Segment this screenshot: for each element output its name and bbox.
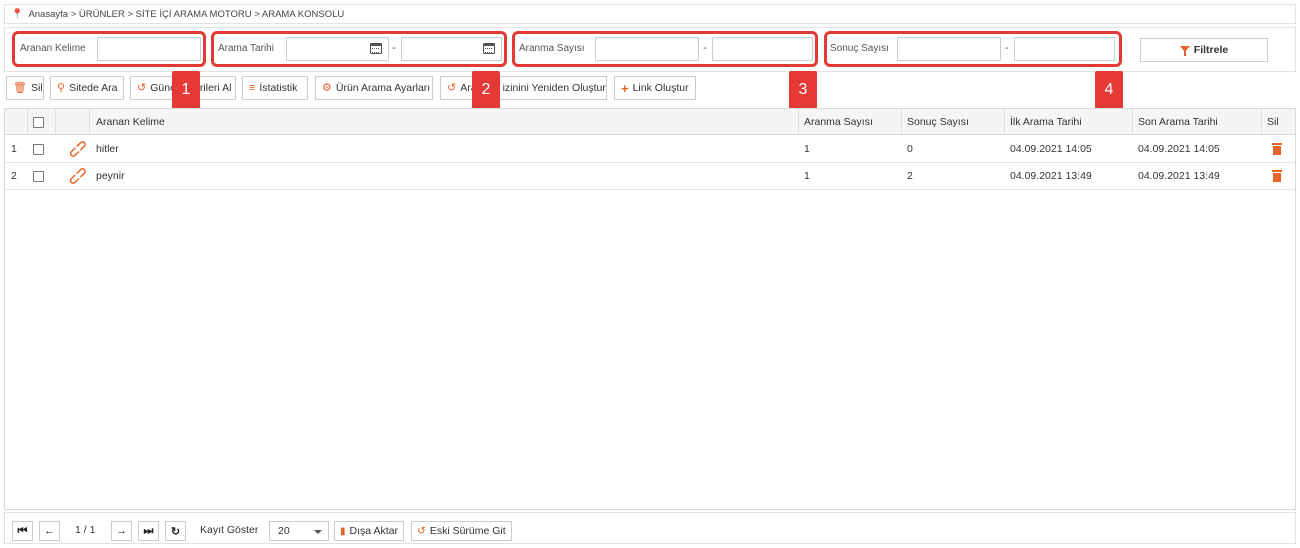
grid-header: Aranan Kelime Aranma Sayısı Sonuç Sayısı… [5, 109, 1295, 135]
col-search-count[interactable]: Aranma Sayısı [804, 109, 873, 135]
last-page-icon[interactable]: ⏭ [138, 521, 159, 541]
calendar-icon[interactable] [370, 43, 382, 54]
chevron-down-icon [314, 530, 322, 534]
trash-icon[interactable] [1272, 163, 1282, 189]
keyword-cell: hitler [96, 143, 119, 155]
date-separator: - [392, 42, 396, 54]
date-from-input[interactable] [286, 37, 389, 61]
result-count-separator: - [1005, 42, 1009, 54]
first-date-cell: 04.09.2021 14:05 [1010, 143, 1092, 155]
next-page-icon[interactable]: → [111, 521, 132, 541]
search-count-to-input[interactable] [712, 37, 813, 61]
result-count-from-input[interactable] [897, 37, 1001, 61]
undo-icon: ↺ [417, 525, 426, 537]
row-checkbox[interactable] [33, 136, 44, 162]
col-delete: Sil [1267, 116, 1279, 128]
statistics-button[interactable]: ≡ İstatistik [242, 76, 308, 100]
badge-1: 1 [172, 71, 200, 109]
refresh-icon: ↺ [137, 81, 147, 94]
col-first-search-date[interactable]: İlk Arama Tarihi [1010, 109, 1082, 135]
col-last-search-date[interactable]: Son Arama Tarihi [1138, 109, 1218, 135]
col-result-count[interactable]: Sonuç Sayısı [907, 109, 969, 135]
keyword-input[interactable] [97, 37, 201, 61]
date-to-input[interactable] [401, 37, 502, 61]
delete-button[interactable]: 🗑 Sil [6, 76, 44, 100]
trash-icon: 🗑 [13, 81, 27, 94]
rebuild-index-button[interactable]: ↺ Ara izinini Yeniden Oluştur [440, 76, 607, 100]
search-count-separator: - [703, 42, 707, 54]
breadcrumb: 📍 Anasayfa > ÜRÜNLER > SİTE İÇİ ARAMA MO… [4, 4, 1296, 24]
table-row[interactable]: 2 ⊂⊃ peynir 1 2 04.09.2021 13:49 04.09.2… [5, 163, 1295, 190]
search-count-from-input[interactable] [595, 37, 699, 61]
keyword-cell: peynir [96, 170, 125, 182]
product-search-settings-button[interactable]: ⚙ Ürün Arama Ayarları [315, 76, 433, 100]
funnel-icon [1179, 46, 1190, 56]
link-icon[interactable]: ⊂⊃ [65, 163, 91, 189]
pager: ⏮ ← 1 / 1 → ⏭ ↻ Kayıt Göster 20 ▮ Dışa Ak… [4, 512, 1296, 544]
refresh-icon[interactable]: ↻ [165, 521, 186, 541]
result-count-cell: 0 [907, 143, 913, 155]
search-count-label: Aranma Sayısı [519, 43, 585, 54]
search-console-grid: Aranan Kelime Aranma Sayısı Sonuç Sayısı… [4, 108, 1296, 510]
filter-button[interactable]: Filtrele [1140, 38, 1268, 62]
old-version-button[interactable]: ↺ Eski Sürüme Git [411, 521, 512, 541]
date-label: Arama Tarihi [218, 43, 274, 54]
search-site-button[interactable]: ⚲ Sitede Ara [50, 76, 124, 100]
row-checkbox[interactable] [33, 163, 44, 189]
file-icon: ▮ [340, 525, 346, 537]
link-icon[interactable]: ⊂⊃ [65, 136, 91, 162]
badge-3: 3 [789, 71, 817, 109]
search-icon: ⚲ [57, 81, 66, 94]
row-number: 2 [11, 170, 17, 182]
page-info: 1 / 1 [75, 524, 96, 536]
result-count-to-input[interactable] [1014, 37, 1115, 61]
badge-2: 2 [472, 71, 500, 109]
export-button[interactable]: ▮ Dışa Aktar [334, 521, 404, 541]
col-keyword[interactable]: Aranan Kelime [96, 109, 165, 135]
create-link-button[interactable]: + Link Oluştur [614, 76, 696, 100]
table-row[interactable]: 1 ⊂⊃ hitler 1 0 04.09.2021 14:05 04.09.2… [5, 136, 1295, 163]
refresh-icon: ↺ [447, 81, 457, 94]
select-all-checkbox[interactable] [33, 109, 44, 135]
row-number: 1 [11, 143, 17, 155]
plus-icon: + [621, 80, 629, 96]
search-count-cell: 1 [804, 170, 810, 182]
keyword-label: Aranan Kelime [20, 43, 86, 54]
gear-icon: ⚙ [322, 81, 332, 94]
trash-icon[interactable] [1272, 136, 1282, 162]
location-pin-icon: 📍 [11, 8, 24, 20]
breadcrumb-text[interactable]: Anasayfa > ÜRÜNLER > SİTE İÇİ ARAMA MOTO… [28, 9, 344, 20]
show-records-label: Kayıt Göster [200, 524, 259, 536]
first-date-cell: 04.09.2021 13:49 [1010, 170, 1092, 182]
badge-4: 4 [1095, 71, 1123, 109]
result-count-cell: 2 [907, 170, 913, 182]
search-count-cell: 1 [804, 143, 810, 155]
result-count-label: Sonuç Sayısı [830, 43, 889, 54]
first-page-icon[interactable]: ⏮ [12, 521, 33, 541]
last-date-cell: 04.09.2021 14:05 [1138, 143, 1220, 155]
prev-page-icon[interactable]: ← [39, 521, 60, 541]
last-date-cell: 04.09.2021 13:49 [1138, 170, 1220, 182]
list-icon: ≡ [249, 81, 256, 94]
page-size-select[interactable]: 20 [269, 521, 329, 541]
calendar-icon[interactable] [483, 43, 495, 54]
